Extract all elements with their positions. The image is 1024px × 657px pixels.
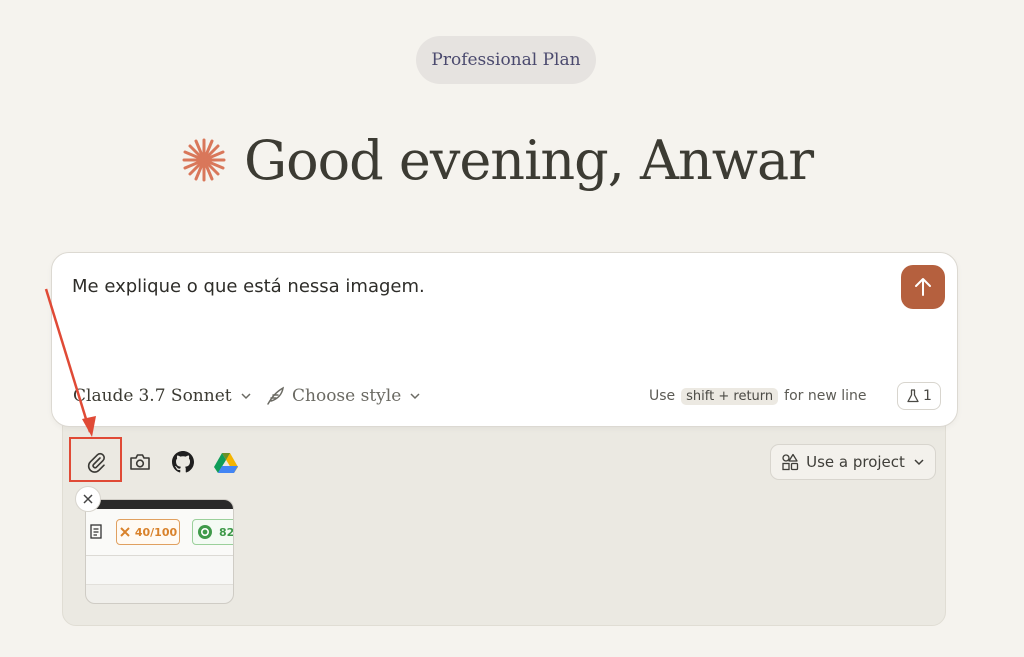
camera-icon [130, 454, 150, 470]
arrow-up-icon [915, 278, 931, 296]
score-value-secondary: 82 [219, 525, 234, 539]
newline-hint: Use shift + return for new line [649, 384, 867, 408]
chevron-down-icon [914, 459, 924, 466]
shapes-icon [782, 453, 799, 471]
flask-icon [907, 389, 919, 403]
greeting-header: Good evening, Anwar [180, 120, 814, 200]
chevron-down-icon [241, 393, 251, 400]
chevron-down-icon [410, 393, 420, 400]
thumbnail-body [86, 556, 233, 585]
beta-count: 1 [923, 388, 932, 404]
github-button[interactable] [169, 448, 197, 476]
google-drive-icon [214, 452, 238, 473]
prompt-input[interactable]: Me explique o que está nessa imagem. [72, 276, 425, 297]
score-value: 40/100 [134, 525, 178, 539]
model-brand: Claude [73, 386, 134, 406]
claude-spark-icon [182, 138, 226, 182]
github-icon [172, 451, 194, 473]
model-selector[interactable]: Claude 3.7 Sonnet [73, 384, 252, 408]
project-label: Use a project [806, 453, 905, 471]
document-icon [90, 524, 102, 539]
hint-shortcut: shift + return [681, 387, 779, 405]
feather-icon [267, 386, 285, 405]
remove-attachment-button[interactable] [75, 486, 101, 512]
style-selector[interactable]: Choose style [264, 384, 421, 408]
highlight-box [69, 437, 122, 482]
hint-suffix: for new line [784, 388, 867, 404]
score-badge: 40/100 [116, 519, 180, 545]
thumbnail-titlebar [86, 500, 233, 509]
image-attachment-thumbnail[interactable]: 40/100 82 [85, 499, 234, 604]
greeting-title: Good evening, Anwar [244, 128, 814, 192]
style-label: Choose style [292, 386, 402, 406]
model-version: 3.7 Sonnet [138, 386, 232, 406]
plan-badge[interactable]: Professional Plan [416, 36, 596, 84]
recycle-icon [198, 525, 212, 539]
score-badge-secondary: 82 [192, 519, 234, 545]
beta-features-button[interactable]: 1 [897, 382, 941, 410]
lighthouse-icon [120, 527, 130, 537]
hint-prefix: Use [649, 388, 676, 404]
screenshot-button[interactable] [126, 448, 154, 476]
use-project-button[interactable]: Use a project [770, 444, 936, 480]
google-drive-button[interactable] [212, 448, 240, 476]
close-icon [83, 494, 93, 504]
send-button[interactable] [901, 265, 945, 309]
